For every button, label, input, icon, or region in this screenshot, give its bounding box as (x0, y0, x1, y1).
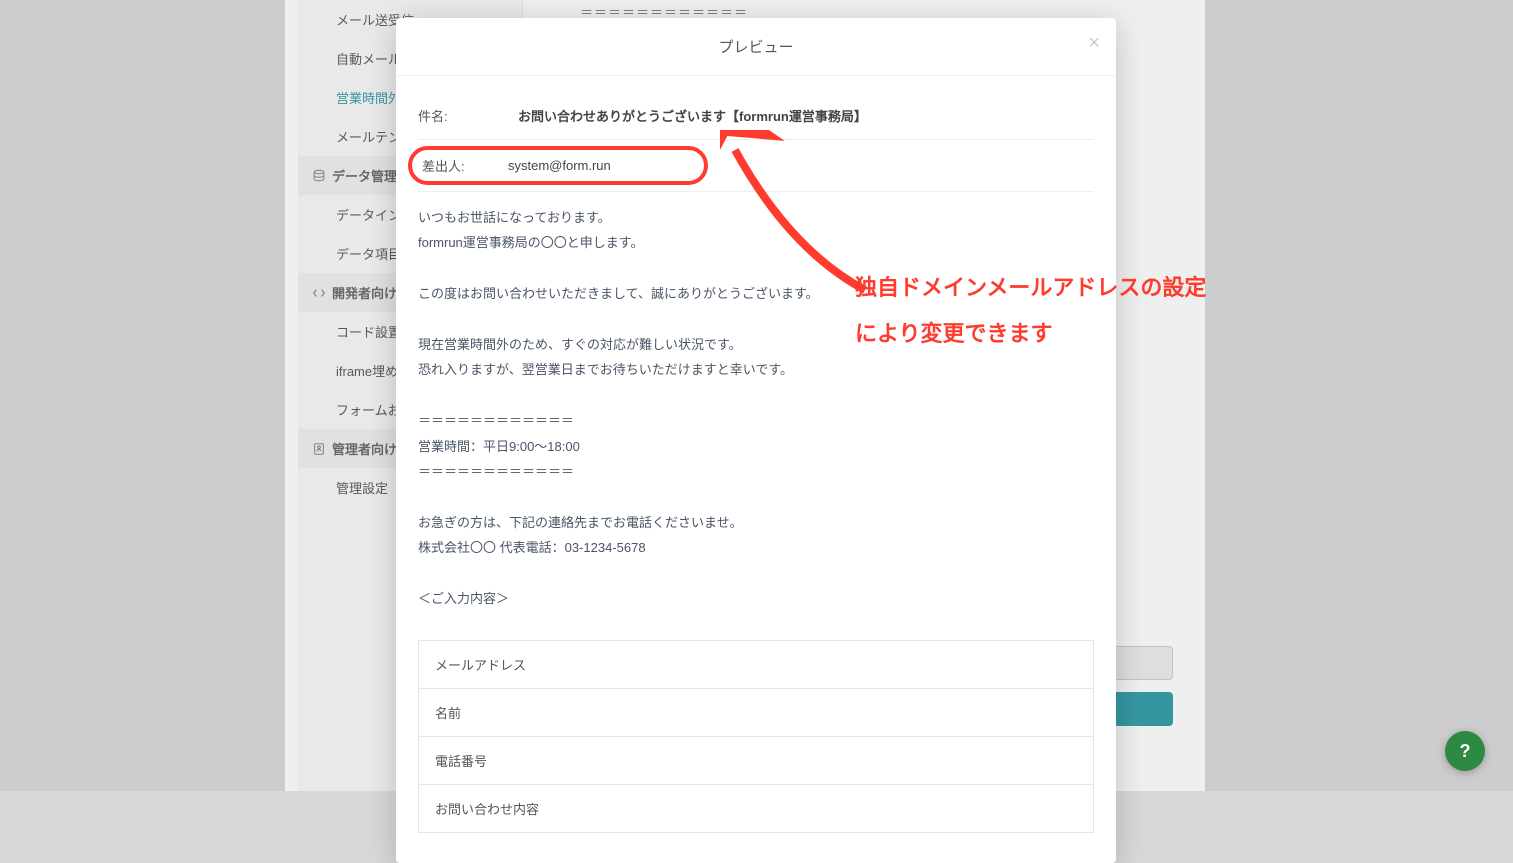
mail-line: 営業時間：平日9:00〜18:00 (418, 435, 1094, 458)
mail-line: ＝＝＝＝＝＝＝＝＝＝＝＝ (418, 409, 1094, 432)
mail-line (418, 257, 1094, 280)
sender-row: 差出人: system@form.run (418, 140, 1094, 192)
modal-title: プレビュー (718, 39, 793, 56)
table-row: お問い合わせ内容 (419, 785, 1094, 833)
mail-body-content: いつもお世話になっております。 formrun運営事務局の〇〇と申します。 この… (418, 192, 1094, 626)
preview-modal: プレビュー × 件名: お問い合わせありがとうございます【formrun運営事務… (396, 18, 1116, 863)
mail-line: 株式会社〇〇 代表電話：03-1234-5678 (418, 536, 1094, 559)
modal-body: 件名: お問い合わせありがとうございます【formrun運営事務局】 差出人: … (396, 76, 1116, 863)
field-phone: 電話番号 (419, 737, 1094, 785)
field-name: 名前 (419, 689, 1094, 737)
field-inquiry: お問い合わせ内容 (419, 785, 1094, 833)
help-button[interactable]: ? (1445, 731, 1485, 771)
table-row: 名前 (419, 689, 1094, 737)
mail-line: 恐れ入りますが、翌営業日までお待ちいただけますと幸いです。 (418, 358, 1094, 381)
sender-label: 差出人: (418, 156, 508, 175)
mail-line (418, 561, 1094, 584)
subject-row: 件名: お問い合わせありがとうございます【formrun運営事務局】 (418, 92, 1094, 140)
table-row: 電話番号 (419, 737, 1094, 785)
mail-line: この度はお問い合わせいただきまして、誠にありがとうございます。 (418, 282, 1094, 305)
mail-line: ＝＝＝＝＝＝＝＝＝＝＝＝ (418, 460, 1094, 483)
mail-line: ＜ご入力内容＞ (418, 587, 1094, 610)
mail-line: お急ぎの方は、下記の連絡先までお電話くださいませ。 (418, 511, 1094, 534)
sender-highlight: 差出人: system@form.run (408, 146, 708, 185)
close-icon: × (1088, 32, 1100, 54)
mail-line: 現在営業時間外のため、すぐの対応が難しい状況です。 (418, 333, 1094, 356)
modal-header: プレビュー × (396, 18, 1116, 76)
mail-line (418, 308, 1094, 331)
sender-value: system@form.run (508, 158, 611, 173)
mail-line: formrun運営事務局の〇〇と申します。 (418, 231, 1094, 254)
subject-label: 件名: (418, 106, 518, 125)
field-email: メールアドレス (419, 641, 1094, 689)
table-row: メールアドレス (419, 641, 1094, 689)
mail-line: いつもお世話になっております。 (418, 206, 1094, 229)
input-fields-table: メールアドレス 名前 電話番号 お問い合わせ内容 (418, 640, 1094, 833)
mail-line (418, 485, 1094, 508)
close-button[interactable]: × (1088, 32, 1100, 55)
mail-line (418, 384, 1094, 407)
subject-value: お問い合わせありがとうございます【formrun運営事務局】 (518, 106, 867, 125)
help-icon: ? (1460, 741, 1471, 762)
